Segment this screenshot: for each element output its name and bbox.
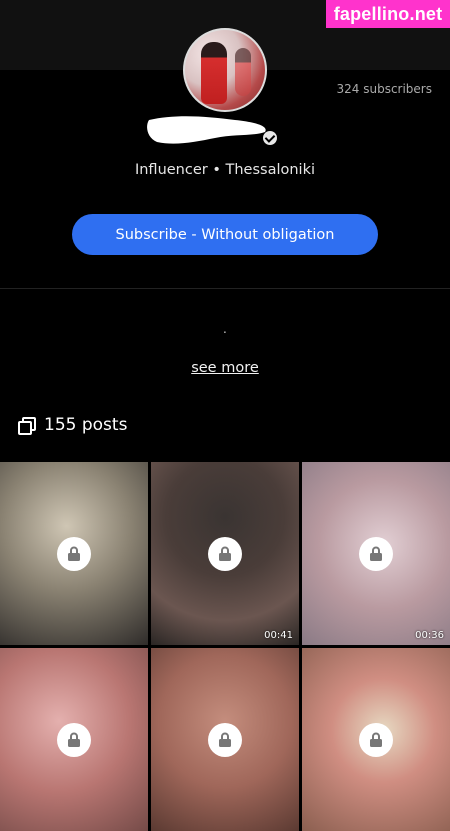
subscribers-count: 324 subscribers (336, 82, 433, 96)
name-redaction (147, 116, 266, 144)
avatar[interactable] (183, 28, 267, 112)
avatar-reflection (235, 48, 251, 96)
lock-icon (359, 536, 393, 571)
video-duration: 00:41 (264, 630, 293, 641)
see-more-link[interactable]: see more (0, 360, 450, 376)
divider (0, 288, 450, 289)
lock-icon (359, 722, 393, 757)
lock-icon (208, 536, 242, 571)
lock-icon (57, 536, 91, 571)
watermark: fapellino.net (326, 0, 450, 28)
verified-badge-icon (263, 131, 277, 145)
post-tile[interactable] (151, 648, 299, 831)
post-tile[interactable] (302, 648, 450, 831)
posts-icon (18, 417, 36, 435)
post-tile[interactable] (0, 462, 148, 645)
avatar-figure (201, 42, 227, 104)
post-tile[interactable]: 00:36 (302, 462, 450, 645)
posts-header: 155 posts (18, 415, 127, 435)
lock-icon (57, 722, 91, 757)
posts-count: 155 posts (44, 415, 128, 435)
subscribe-button[interactable]: Subscribe - Without obligation (72, 214, 378, 255)
lock-icon (208, 722, 242, 757)
profile-tagline: Influencer • Thessaloniki (134, 162, 316, 178)
post-tile[interactable]: 00:41 (151, 462, 299, 645)
video-duration: 00:36 (415, 630, 444, 641)
posts-grid: 00:41 00:36 (0, 462, 450, 831)
bio-text: . (223, 322, 227, 336)
post-tile[interactable] (0, 648, 148, 831)
